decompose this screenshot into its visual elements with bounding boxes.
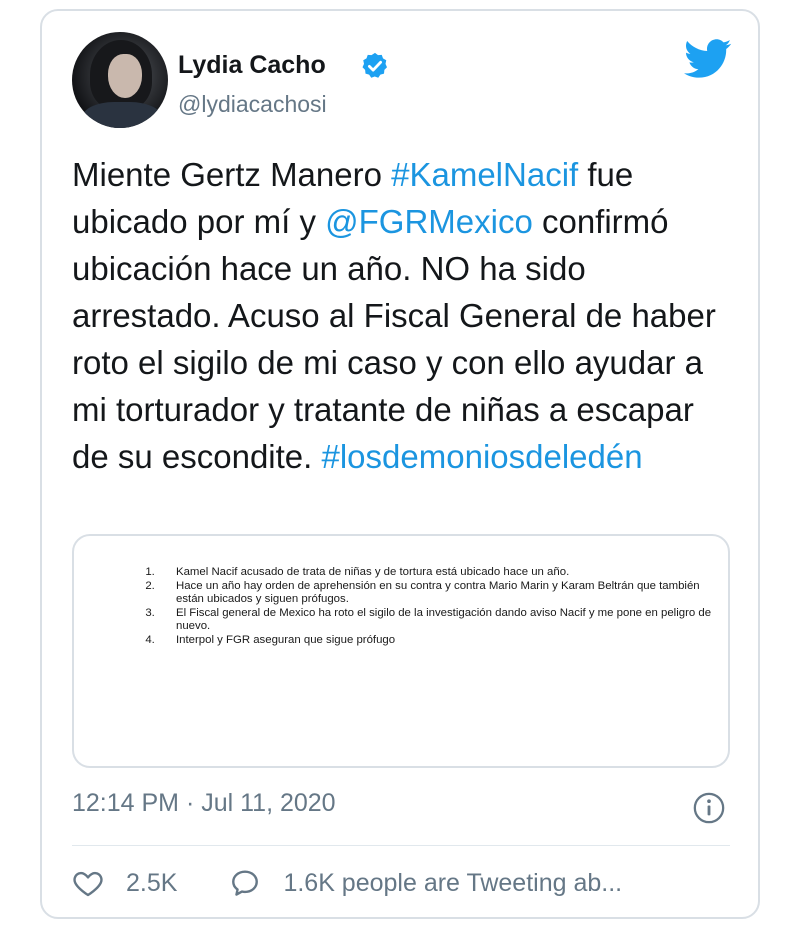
tweet-timestamp[interactable]: 12:14 PM · Jul 11, 2020 xyxy=(72,789,336,818)
mention-fgrmexico[interactable]: @FGRMexico xyxy=(325,203,533,240)
verified-badge-icon xyxy=(362,52,387,78)
tweeting-about-label: 1.6K people are Tweeting ab... xyxy=(283,868,623,897)
heart-icon xyxy=(73,871,103,897)
image-list-item: Hace un año hay orden de aprehensión en … xyxy=(158,580,718,607)
avatar[interactable] xyxy=(72,32,168,128)
author-name[interactable]: Lydia Cacho xyxy=(178,51,326,80)
image-list-item: Interpol y FGR aseguran que sigue prófug… xyxy=(158,634,718,648)
divider xyxy=(72,845,730,846)
tweeting-about-button[interactable]: 1.6K people are Tweeting ab... xyxy=(229,867,622,899)
like-button[interactable]: 2.5K xyxy=(72,867,177,899)
comment-bubble-icon xyxy=(232,870,259,896)
twitter-bird-icon[interactable] xyxy=(684,39,732,79)
tweet-card: Lydia Cacho @lydiacachosi Miente Gertz M… xyxy=(40,9,760,919)
image-list-item: El Fiscal general de Mexico ha roto el s… xyxy=(158,607,718,634)
image-list: Kamel Nacif acusado de trata de niñas y … xyxy=(140,566,718,647)
tweet-text: Miente Gertz Manero #KamelNacif fue ubic… xyxy=(72,151,732,480)
attached-image[interactable]: Kamel Nacif acusado de trata de niñas y … xyxy=(72,534,730,768)
info-icon[interactable] xyxy=(692,791,726,825)
action-bar: 2.5K 1.6K people are Tweeting ab... xyxy=(72,863,622,903)
author-handle[interactable]: @lydiacachosi xyxy=(178,91,327,118)
image-list-item: Kamel Nacif acusado de trata de niñas y … xyxy=(158,566,718,580)
tweet-text-segment: Miente Gertz Manero xyxy=(72,156,392,193)
hashtag-losdemoniosdeleden[interactable]: #losdemoniosdeledén xyxy=(322,438,643,475)
like-count: 2.5K xyxy=(126,868,178,897)
tweet-text-segment: confirmó ubicación hace un año. NO ha si… xyxy=(72,203,716,475)
hashtag-kamelnacif[interactable]: #KamelNacif xyxy=(391,156,578,193)
